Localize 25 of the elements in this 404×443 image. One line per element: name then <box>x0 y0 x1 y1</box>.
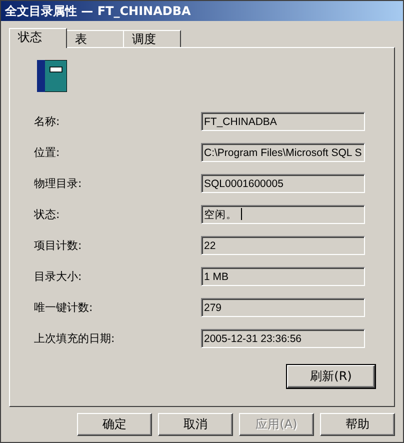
tab[interactable]: 表 <box>66 30 124 47</box>
read-only-field[interactable]: C:\Program Files\Microsoft SQL S <box>201 143 365 162</box>
read-only-field[interactable]: 2005-12-31 23:36:56 <box>201 329 365 348</box>
read-only-field[interactable]: 空闲。 <box>201 205 365 224</box>
field-label: 目录大小: <box>34 269 83 284</box>
dialog-button[interactable]: 确定 <box>77 413 152 436</box>
read-only-field[interactable]: SQL0001600005 <box>201 174 365 193</box>
tab[interactable]: 状态 <box>9 28 67 48</box>
dialog-button[interactable]: 取消 <box>158 413 233 436</box>
field-label: 位置: <box>34 145 61 160</box>
dialog-button[interactable]: 帮助 <box>320 413 395 436</box>
field-label: 上次填充的日期: <box>34 331 116 346</box>
read-only-field[interactable]: FT_CHINADBA <box>201 112 365 131</box>
refresh-button[interactable]: 刷新(R) <box>287 365 375 388</box>
field-label: 唯一键计数: <box>34 300 94 315</box>
tab[interactable]: 调度 <box>123 30 181 47</box>
read-only-field[interactable]: 22 <box>201 236 365 255</box>
field-label: 名称: <box>34 114 61 129</box>
window-title: 全文目录属性 — FT_CHINADBA <box>5 2 191 20</box>
read-only-field[interactable]: 279 <box>201 298 365 317</box>
field-label: 项目计数: <box>34 238 83 253</box>
field-label: 状态: <box>34 207 61 222</box>
field-label: 物理目录: <box>34 176 83 191</box>
catalog-icon <box>37 60 67 92</box>
read-only-field[interactable]: 1 MB <box>201 267 365 286</box>
